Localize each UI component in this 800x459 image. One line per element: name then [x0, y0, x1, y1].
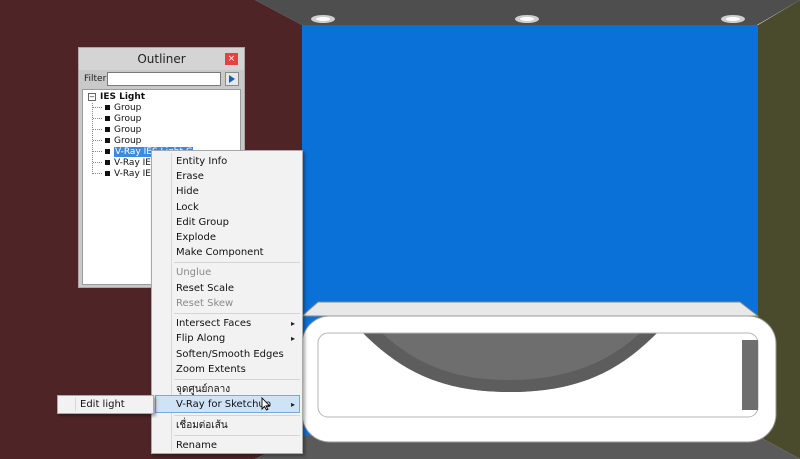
- group-icon: [105, 138, 110, 143]
- menu-separator: [174, 262, 300, 263]
- tree-item[interactable]: Group: [93, 136, 141, 147]
- ceiling-light-icon: [515, 15, 539, 23]
- tree-root[interactable]: − IES Light: [88, 92, 145, 103]
- menu-item-lock[interactable]: Lock: [176, 200, 199, 215]
- vray-submenu[interactable]: Edit light: [57, 395, 154, 414]
- filter-input[interactable]: [107, 72, 221, 86]
- menu-item-unglue: Unglue: [176, 267, 212, 278]
- close-icon[interactable]: ×: [225, 53, 238, 65]
- submenu-arrow-icon: ▸: [291, 400, 296, 409]
- ceiling-light-icon: [311, 15, 335, 23]
- tree-item[interactable]: Group: [93, 114, 141, 125]
- tree-item-label: Group: [114, 136, 142, 146]
- tree-item[interactable]: Group: [93, 125, 141, 136]
- menu-item-erase[interactable]: Erase: [176, 169, 204, 184]
- filter-arrow-icon[interactable]: [225, 72, 239, 86]
- menu-separator: [174, 415, 300, 416]
- submenu-arrow-icon: ▸: [291, 319, 296, 328]
- menu-item-intersect-faces[interactable]: Intersect Faces: [176, 316, 251, 331]
- submenu-arrow-icon: ▸: [291, 334, 296, 343]
- menu-item-make-component[interactable]: Make Component: [176, 245, 264, 260]
- menu-item-flip-along[interactable]: Flip Along: [176, 331, 225, 346]
- menu-item-entity-info[interactable]: Entity Info: [176, 154, 227, 169]
- filter-label: Filter:: [84, 74, 110, 84]
- menu-separator: [174, 379, 300, 380]
- tree-root-label: IES Light: [100, 92, 146, 102]
- group-icon: [105, 105, 110, 110]
- group-icon: [105, 171, 110, 176]
- group-icon: [105, 127, 110, 132]
- group-icon: [105, 116, 110, 121]
- furniture-model[interactable]: [300, 301, 777, 443]
- tree-item[interactable]: Group: [93, 103, 141, 114]
- menu-separator: [174, 435, 300, 436]
- menu-item-hide[interactable]: Hide: [176, 184, 199, 199]
- menu-separator: [174, 313, 300, 314]
- menu-item-center-point[interactable]: จุดศูนย์กลาง: [176, 382, 230, 397]
- menu-item-soften-smooth-edges[interactable]: Soften/Smooth Edges: [176, 347, 284, 362]
- submenu-gutter: [75, 398, 76, 411]
- context-menu[interactable]: Entity Info Erase Hide Lock Edit Group E…: [151, 150, 303, 454]
- group-icon: [105, 160, 110, 165]
- ceiling-light-icon: [721, 15, 745, 23]
- group-icon: [105, 149, 110, 154]
- menu-item-reset-skew: Reset Skew: [176, 298, 234, 309]
- tree-item-label: Group: [114, 114, 142, 124]
- menu-item-zoom-extents[interactable]: Zoom Extents: [176, 362, 246, 377]
- menu-item-vray-for-sketchup[interactable]: V-Ray for Sketchup: [176, 397, 271, 412]
- outliner-title: Outliner: [79, 48, 244, 70]
- menu-item-explode[interactable]: Explode: [176, 230, 216, 245]
- collapse-icon[interactable]: −: [88, 92, 96, 101]
- menu-item-connect-lines[interactable]: เชื่อมต่อเส้น: [176, 418, 228, 433]
- menu-item-edit-light[interactable]: Edit light: [80, 397, 125, 412]
- menu-item-edit-group[interactable]: Edit Group: [176, 215, 229, 230]
- menu-item-rename[interactable]: Rename: [176, 438, 217, 453]
- mouse-cursor-icon: [261, 397, 271, 411]
- tree-item-label: Group: [114, 103, 142, 113]
- menu-item-reset-scale[interactable]: Reset Scale: [176, 281, 234, 296]
- tree-item-label: Group: [114, 125, 142, 135]
